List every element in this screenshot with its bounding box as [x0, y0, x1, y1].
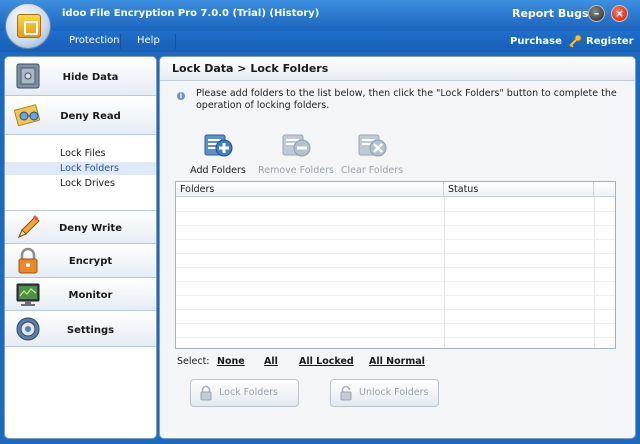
add-folder-icon	[204, 134, 233, 157]
breadcrumb: Lock Data > Lock Folders	[160, 57, 635, 81]
column-header-status[interactable]: Status	[444, 182, 594, 197]
grid-line	[176, 225, 615, 226]
folders-table[interactable]: Folders Status	[175, 181, 616, 349]
sidebar-item-label: Deny Read	[60, 111, 121, 122]
unlock-icon	[340, 385, 352, 401]
info-icon: i	[177, 92, 185, 100]
menu-help[interactable]: Help	[137, 35, 160, 46]
sidebar-item-label: Encrypt	[68, 256, 113, 267]
sidebar-item-label: Deny Write	[59, 223, 122, 234]
grid-line	[176, 295, 615, 296]
app-logo-icon	[5, 3, 51, 49]
menu-protection[interactable]: Protection	[69, 35, 120, 46]
add-folders-label: Add Folders	[190, 165, 246, 176]
minimize-button[interactable]: –	[588, 5, 605, 22]
close-button[interactable]: ×	[611, 5, 628, 22]
lock-icon	[200, 385, 212, 401]
select-all-locked-link[interactable]: All Locked	[299, 356, 354, 367]
report-bugs-link[interactable]: Report Bugs	[512, 7, 589, 20]
select-label: Select:	[177, 356, 210, 367]
clear-folder-icon	[358, 134, 387, 157]
grid-line	[176, 211, 615, 212]
clear-folders-button[interactable]: Clear Folders	[332, 130, 412, 176]
grid-line	[176, 267, 615, 268]
sidebar-item-encrypt[interactable]: Encrypt	[5, 244, 156, 278]
menu-separator	[175, 34, 176, 49]
column-header-filler	[594, 182, 615, 197]
clear-folders-label: Clear Folders	[340, 165, 404, 176]
key-icon	[569, 34, 582, 48]
sidebar-item-label: Hide Data	[62, 72, 119, 83]
submenu-lock-drives[interactable]: Lock Drives	[5, 177, 156, 190]
unlock-folders-label: Unlock Folders	[359, 387, 429, 398]
sidebar-item-monitor[interactable]: Monitor	[5, 278, 156, 311]
lock-folders-button[interactable]: Lock Folders	[190, 379, 299, 407]
register-link[interactable]: Register	[586, 36, 634, 47]
sidebar-item-label: Monitor	[68, 290, 113, 301]
sidebar: Hide Data Deny Read Lock Files Lock Fold…	[4, 56, 157, 439]
select-all-normal-link[interactable]: All Normal	[369, 356, 425, 367]
remove-folders-label: Remove Folders	[258, 165, 334, 176]
menu-bar: Protection Help Purchase Register	[0, 31, 640, 52]
add-folders-button[interactable]: Add Folders	[178, 130, 258, 176]
grid-line	[176, 281, 615, 282]
grid-line	[176, 239, 615, 240]
sidebar-item-settings[interactable]: Settings	[5, 311, 156, 347]
remove-folders-button[interactable]: Remove Folders	[256, 130, 336, 176]
lock-folders-label: Lock Folders	[219, 387, 278, 398]
submenu-lock-files[interactable]: Lock Files	[5, 147, 156, 160]
sidebar-item-label: Settings	[66, 325, 115, 336]
select-all-link[interactable]: All	[264, 356, 278, 367]
purchase-link[interactable]: Purchase	[510, 36, 562, 47]
column-divider	[594, 197, 595, 348]
deny-read-submenu: Lock Files Lock Folders Lock Drives	[5, 135, 156, 211]
sidebar-item-hide-data[interactable]: Hide Data	[5, 57, 156, 96]
grid-line	[176, 253, 615, 254]
remove-folder-icon	[282, 134, 311, 157]
sidebar-item-deny-read[interactable]: Deny Read	[5, 96, 156, 135]
window-title: idoo File Encryption Pro 7.0.0 (Trial) (…	[62, 8, 320, 19]
column-header-folders[interactable]: Folders	[176, 182, 444, 197]
title-bar: idoo File Encryption Pro 7.0.0 (Trial) (…	[0, 0, 640, 31]
grid-line	[176, 309, 615, 310]
submenu-lock-folders[interactable]: Lock Folders	[5, 162, 156, 175]
grid-line	[176, 323, 615, 324]
select-none-link[interactable]: None	[217, 356, 245, 367]
menu-separator	[120, 34, 121, 49]
instructions-text: Please add folders to the list below, th…	[196, 88, 617, 111]
column-divider	[444, 197, 445, 348]
sidebar-item-deny-write[interactable]: Deny Write	[5, 211, 156, 244]
unlock-folders-button[interactable]: Unlock Folders	[330, 379, 439, 407]
grid-line	[176, 337, 615, 338]
